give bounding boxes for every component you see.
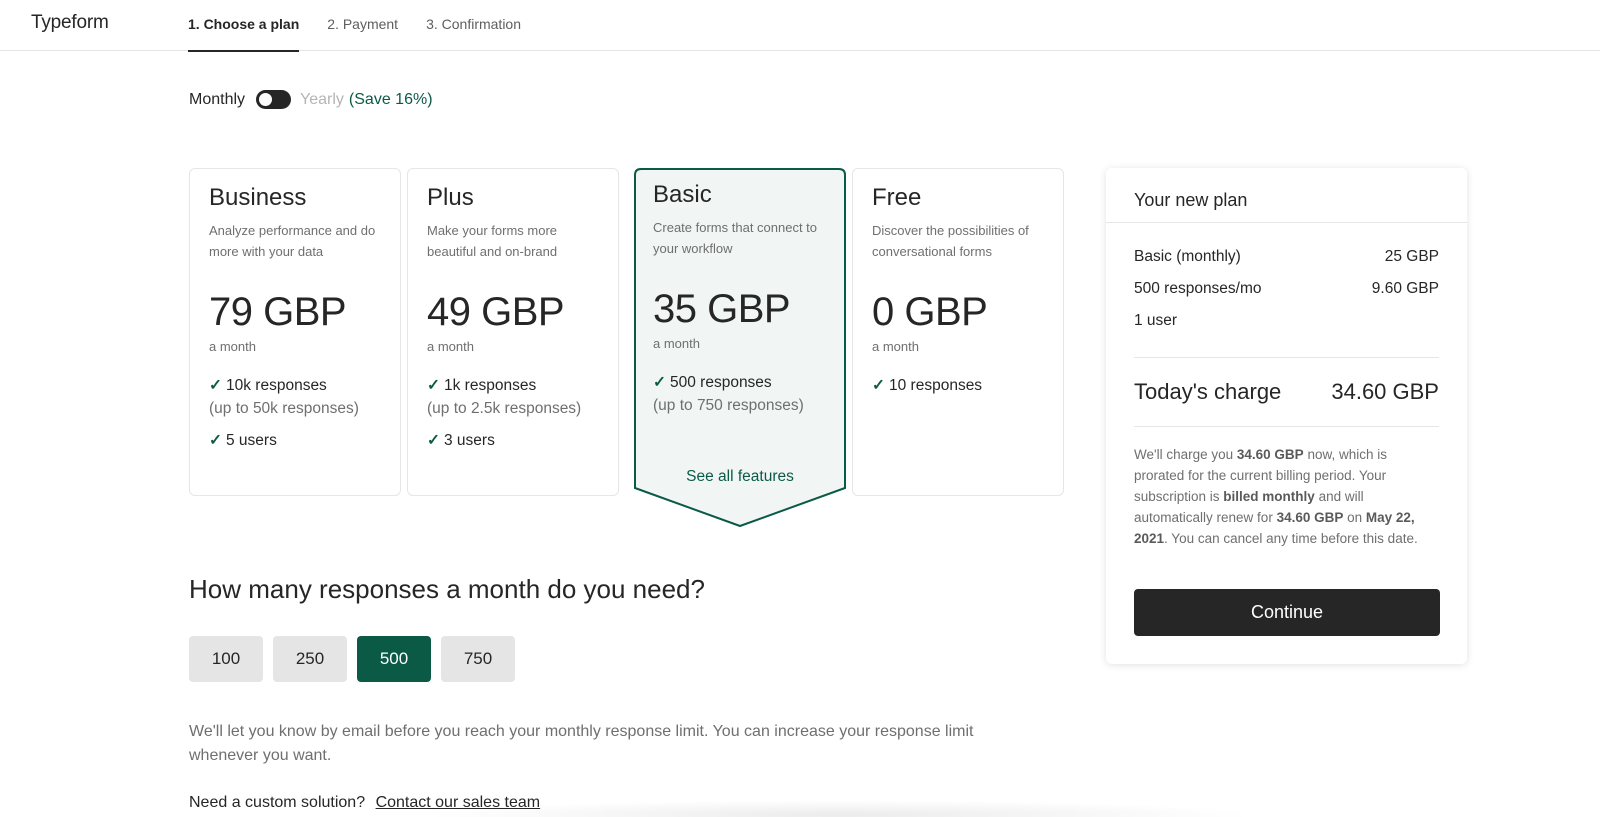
- feature-text: 1k responses: [444, 377, 537, 394]
- fineprint-text: We'll charge you: [1134, 447, 1237, 462]
- summary-title: Your new plan: [1106, 168, 1467, 223]
- plan-card-free[interactable]: Free Discover the possibilities of conve…: [852, 168, 1064, 496]
- summary-line-label: 500 responses/mo: [1134, 280, 1262, 297]
- summary-line: 1 user: [1134, 312, 1439, 344]
- continue-button[interactable]: Continue: [1134, 589, 1440, 636]
- summary-line: Basic (monthly) 25 GBP: [1134, 248, 1439, 280]
- fineprint-billing: billed monthly: [1223, 489, 1315, 504]
- feature-item: ✓ 10k responses (up to 50k responses): [209, 374, 381, 420]
- fineprint-amount-renew: 34.60 GBP: [1276, 510, 1344, 525]
- feature-item: ✓ 5 users: [209, 429, 381, 452]
- checkout-steps: 1. Choose a plan 2. Payment 3. Confirmat…: [188, 0, 549, 52]
- plan-period: a month: [427, 339, 474, 354]
- feature-text: 3 users: [444, 432, 495, 449]
- check-icon: ✓: [209, 377, 222, 394]
- plan-card-plus[interactable]: Plus Make your forms more beautiful and …: [407, 168, 619, 496]
- plan-name: Plus: [427, 184, 474, 211]
- plan-features: ✓ 10 responses: [872, 374, 1044, 397]
- billing-period-switch[interactable]: [256, 90, 292, 109]
- plan-summary-panel: Your new plan Basic (monthly) 25 GBP 500…: [1106, 168, 1467, 664]
- responses-option-500[interactable]: 500: [357, 636, 431, 682]
- plan-description: Analyze performance and do more with you…: [209, 223, 376, 259]
- plan-cards: Business Analyze performance and do more…: [189, 168, 1069, 528]
- plan-card-business[interactable]: Business Analyze performance and do more…: [189, 168, 401, 496]
- plan-description: Create forms that connect to your workfl…: [653, 220, 818, 256]
- summary-lines: Basic (monthly) 25 GBP 500 responses/mo …: [1134, 248, 1439, 344]
- see-all-features-link[interactable]: See all features: [634, 468, 846, 486]
- yearly-savings-label: (Save 16%): [348, 90, 433, 108]
- summary-divider: [1134, 357, 1439, 358]
- responses-limit-note: We'll let you know by email before you r…: [189, 723, 974, 764]
- check-icon: ✓: [427, 377, 440, 394]
- monthly-label[interactable]: Monthly: [189, 91, 245, 109]
- yearly-label[interactable]: Yearly: [300, 91, 344, 109]
- fineprint-amount-now: 34.60 GBP: [1236, 447, 1304, 462]
- feature-text: 500 responses: [670, 374, 772, 391]
- summary-line-label: Basic (monthly): [1134, 248, 1241, 265]
- plan-period: a month: [209, 339, 256, 354]
- check-icon: ✓: [872, 377, 885, 394]
- responses-option-750[interactable]: 750: [441, 636, 515, 682]
- check-icon: ✓: [653, 374, 666, 391]
- responses-options: 100 250 500 750: [189, 636, 525, 682]
- check-icon: ✓: [427, 432, 440, 449]
- billing-fineprint: We'll charge you 34.60 GBP now, which is…: [1134, 444, 1439, 549]
- fineprint-text: on: [1343, 510, 1366, 525]
- responses-question: How many responses a month do you need?: [189, 574, 705, 604]
- plan-period: a month: [653, 336, 700, 351]
- plan-name: Free: [872, 184, 922, 211]
- plan-price: 0 GBP: [872, 290, 988, 334]
- plan-name: Business: [209, 184, 307, 211]
- plan-features: ✓ 10k responses (up to 50k responses) ✓ 5 u…: [209, 374, 381, 452]
- plan-features: ✓ 500 responses (up to 750 responses): [653, 371, 827, 417]
- responses-option-100[interactable]: 100: [189, 636, 263, 682]
- plan-name: Basic: [653, 181, 712, 208]
- check-icon: ✓: [209, 432, 222, 449]
- summary-divider: [1134, 426, 1439, 427]
- summary-line: 500 responses/mo 9.60 GBP: [1134, 280, 1439, 312]
- plan-price: 79 GBP: [209, 290, 347, 334]
- feature-subtext: (up to 50k responses): [209, 400, 359, 417]
- plan-features: ✓ 1k responses (up to 2.5k responses) ✓ 3 u…: [427, 374, 599, 452]
- summary-line-label: 1 user: [1134, 312, 1178, 329]
- feature-text: 10k responses: [226, 377, 327, 394]
- step-confirmation[interactable]: 3. Confirmation: [426, 0, 521, 51]
- feature-text: 10 responses: [889, 377, 983, 394]
- summary-line-value: 25 GBP: [1384, 248, 1439, 265]
- feature-item: ✓ 10 responses: [872, 374, 1044, 397]
- plan-description: Discover the possibilities of conversati…: [872, 223, 1029, 259]
- feature-subtext: (up to 750 responses): [653, 397, 804, 414]
- plan-card-basic[interactable]: Basic Create forms that connect to your …: [634, 168, 846, 530]
- switch-knob: [259, 93, 273, 106]
- plan-price: 35 GBP: [653, 287, 791, 331]
- typeform-logo[interactable]: Typeform: [31, 12, 109, 34]
- bottom-shadow: [420, 800, 1260, 817]
- step-payment[interactable]: 2. Payment: [327, 0, 398, 51]
- billing-toggle-row: Monthly Yearly (Save 16%): [189, 90, 433, 109]
- plan-description: Make your forms more beautiful and on-br…: [427, 223, 558, 259]
- fineprint-text: . You can cancel any time before this da…: [1164, 531, 1418, 546]
- feature-item: ✓ 1k responses (up to 2.5k responses): [427, 374, 599, 420]
- todays-charge-row: Today's charge 34.60 GBP: [1134, 379, 1439, 405]
- responses-option-250[interactable]: 250: [273, 636, 347, 682]
- feature-item: ✓ 500 responses (up to 750 responses): [653, 371, 827, 417]
- todays-charge-value: 34.60 GBP: [1331, 379, 1439, 404]
- step-choose-plan[interactable]: 1. Choose a plan: [188, 0, 300, 52]
- todays-charge-label: Today's charge: [1134, 379, 1282, 404]
- plan-period: a month: [872, 339, 919, 354]
- top-bar: Typeform 1. Choose a plan 2. Payment 3. …: [0, 0, 1600, 52]
- custom-solution-text: Need a custom solution?: [189, 794, 366, 811]
- selected-card-content: Basic Create forms that connect to your …: [634, 168, 846, 426]
- summary-line-value: 9.60 GBP: [1371, 280, 1439, 297]
- plan-price: 49 GBP: [427, 290, 565, 334]
- feature-text: 5 users: [226, 432, 277, 449]
- feature-item: ✓ 3 users: [427, 429, 599, 452]
- feature-subtext: (up to 2.5k responses): [427, 400, 582, 417]
